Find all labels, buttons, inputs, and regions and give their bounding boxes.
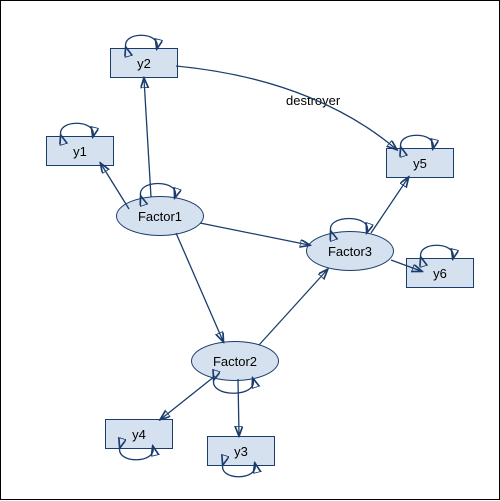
node-factor3: Factor3 xyxy=(306,231,394,271)
edges-layer xyxy=(1,1,500,501)
diagram-canvas: y1 y2 y3 y4 y5 y6 Factor1 Factor2 Factor… xyxy=(0,0,500,500)
node-y4: y4 xyxy=(105,419,173,449)
node-label: Factor2 xyxy=(213,354,257,369)
node-factor2: Factor2 xyxy=(191,341,279,381)
node-label: Factor3 xyxy=(328,244,372,259)
node-label: y6 xyxy=(433,266,447,281)
node-y3: y3 xyxy=(207,436,275,466)
node-label: y1 xyxy=(73,144,87,159)
node-label: y4 xyxy=(132,427,146,442)
node-label: Factor1 xyxy=(138,209,182,224)
node-y5: y5 xyxy=(386,148,454,178)
node-label: y2 xyxy=(137,56,151,71)
node-y1: y1 xyxy=(46,136,114,166)
node-y2: y2 xyxy=(110,48,178,78)
node-label: y3 xyxy=(234,444,248,459)
node-factor1: Factor1 xyxy=(116,196,204,236)
edge-label-destroyer: destroyer xyxy=(286,93,340,108)
node-label: y5 xyxy=(413,156,427,171)
node-y6: y6 xyxy=(406,258,474,288)
